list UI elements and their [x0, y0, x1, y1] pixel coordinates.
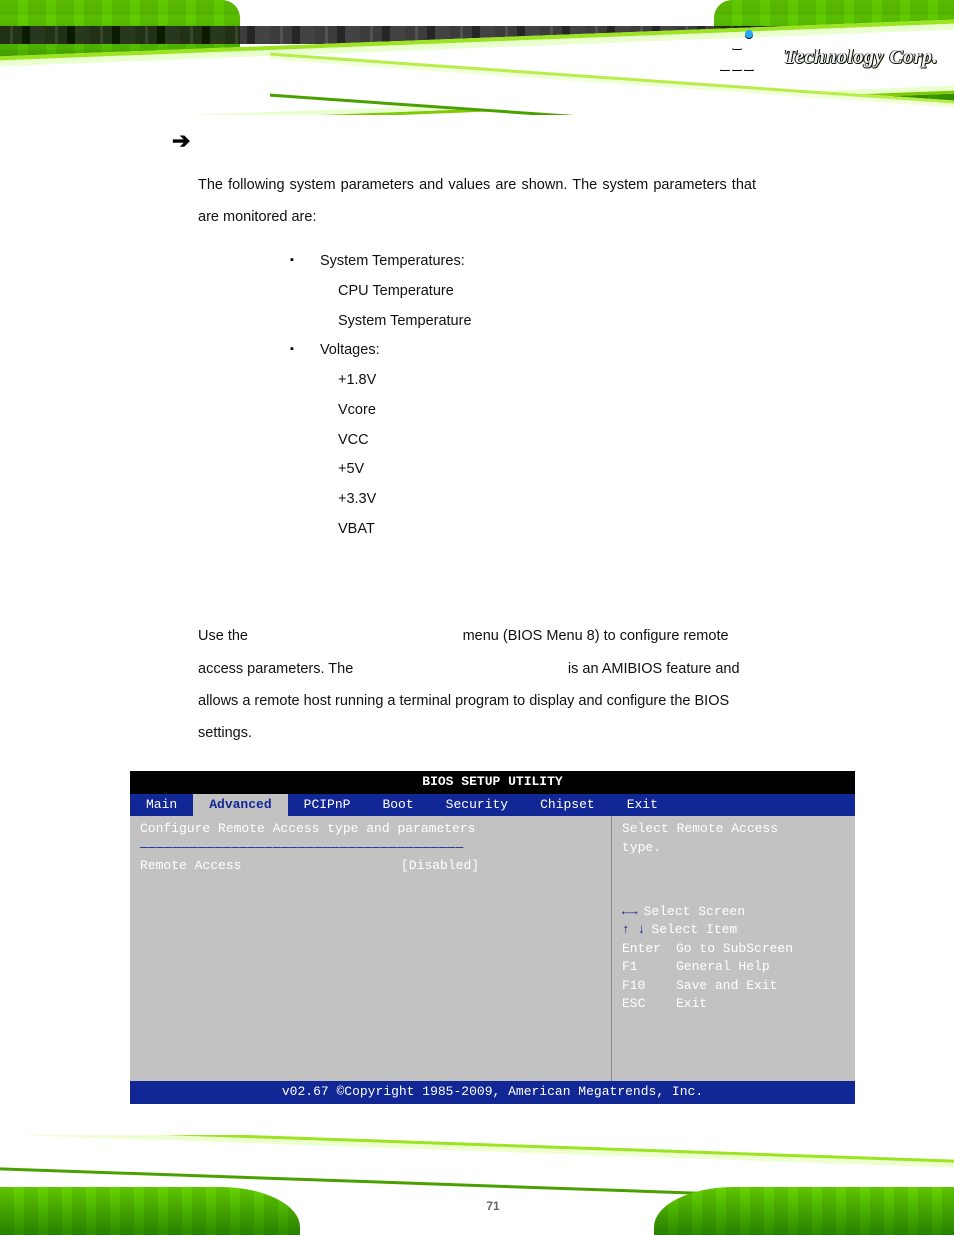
bios-option-value: [Disabled]	[401, 858, 479, 873]
bios-help-line: type.	[622, 839, 845, 857]
document-title: WAFER-PV-D4251/D5251/N4551	[568, 53, 762, 68]
bios-option-label: Remote Access	[140, 858, 241, 873]
p-frag: is an AMIBIOS feature and	[568, 661, 740, 677]
bios-left-pane: Configure Remote Access type and paramet…	[130, 816, 612, 1081]
page-label: Page	[454, 1199, 483, 1213]
key-desc: Exit	[676, 995, 707, 1013]
bios-right-pane: Select Remote Access type. ←→ Select Scr…	[612, 816, 855, 1081]
section-name: Remote Access Configuration	[182, 580, 424, 600]
key-code: Enter	[622, 940, 670, 958]
list-sub-item: +1.8V	[338, 366, 954, 396]
section-a-intro: The following system parameters and valu…	[198, 170, 756, 233]
page-num: 71	[486, 1199, 499, 1213]
bios-bottom-bar: v02.67 ©Copyright 1985-2009, American Me…	[130, 1081, 855, 1103]
bullet-label: Voltages:	[320, 342, 380, 358]
section-a-label: Hardware Health Event Monitoring	[202, 133, 431, 149]
bios-help-line: Select Remote Access	[622, 820, 845, 838]
p-frag: access parameters. The	[198, 661, 353, 677]
list-sub-item: +3.3V	[338, 485, 954, 515]
key-desc: General Help	[676, 958, 770, 976]
section-b-heading: 5.3.6 Remote Access Configuration	[130, 580, 954, 600]
bios-tab-pcipnp[interactable]: PCIPnP	[288, 794, 367, 816]
key-desc: Select Screen	[644, 903, 745, 921]
p-ghost: Remote Access Configuration	[252, 628, 459, 644]
list-sub-item: +5V	[338, 455, 954, 485]
key-desc: Select Item	[651, 921, 737, 939]
list-item: Voltages: +1.8V Vcore VCC +5V +3.3V VBAT	[290, 336, 954, 544]
caption-label: BIOS Menu 8:	[130, 1114, 218, 1129]
arrow-ud-icon: ↑ ↓	[622, 921, 645, 939]
list-item: System Temperatures: CPU Temperature Sys…	[290, 247, 954, 336]
bios-tab-main[interactable]: Main	[130, 794, 193, 816]
p-ghost: Remote Access Configuration	[357, 661, 564, 677]
key-code: ESC	[622, 995, 670, 1013]
list-sub-item: System Temperature	[338, 307, 954, 337]
bios-option-remote-access[interactable]: Remote Access [Disabled]	[140, 857, 601, 875]
key-code: F10	[622, 977, 670, 995]
page-number: Page 71	[454, 1199, 499, 1213]
bios-tab-chipset[interactable]: Chipset	[524, 794, 611, 816]
key-code: F1	[622, 958, 670, 976]
bios-copyright: v02.67 ©Copyright 1985-2009, American Me…	[282, 1084, 703, 1099]
bios-caption: BIOS Menu 8: Remote Access Configuration	[130, 1114, 954, 1129]
p-frag: allows a remote host running a terminal …	[198, 693, 729, 709]
bios-title: BIOS SETUP UTILITY	[422, 774, 562, 789]
bios-tab-exit[interactable]: Exit	[611, 794, 674, 816]
page-content: ➔ Hardware Health Event Monitoring The f…	[0, 124, 954, 1120]
p-frag: Use the	[198, 628, 248, 644]
list-sub-item: CPU Temperature	[338, 277, 954, 307]
bios-menu-bar: Main Advanced PCIPnP Boot Security Chips…	[130, 794, 855, 816]
parameters-list: System Temperatures: CPU Temperature Sys…	[290, 247, 954, 544]
footer-pcb-right	[654, 1187, 954, 1235]
bullet-label: System Temperatures:	[320, 253, 465, 269]
list-sub-item: VCC	[338, 426, 954, 456]
section-number: 5.3.6	[130, 580, 168, 600]
brand-text: Technology Corp.	[784, 46, 938, 69]
bios-screenshot: BIOS SETUP UTILITY Main Advanced PCIPnP …	[130, 771, 855, 1103]
bios-divider: ———————————————————————————————————————	[140, 839, 601, 857]
bios-key-legend: ←→ Select Screen ↑ ↓ Select Item Enter G…	[622, 903, 845, 1014]
bios-tab-boot[interactable]: Boot	[366, 794, 429, 816]
right-arrow-icon: ➔	[172, 128, 190, 154]
p-frag: menu (BIOS Menu 8) to configure remote	[463, 628, 729, 644]
list-sub-item: Vcore	[338, 396, 954, 426]
bios-title-bar: BIOS SETUP UTILITY	[130, 771, 855, 793]
list-sub-item: VBAT	[338, 515, 954, 545]
p-frag: settings.	[198, 725, 252, 741]
bios-subheading: Configure Remote Access type and paramet…	[140, 820, 601, 838]
registered-mark: ®	[765, 51, 773, 63]
caption-text: Remote Access Configuration	[226, 1114, 418, 1129]
page-header-deco: ® Technology Corp. WAFER-PV-D4251/D5251/…	[0, 0, 954, 115]
bios-tab-advanced[interactable]: Advanced	[193, 794, 287, 816]
bios-tab-security[interactable]: Security	[430, 794, 524, 816]
arrow-lr-icon: ←→	[622, 903, 638, 921]
footer-pcb-left	[0, 1187, 300, 1235]
key-desc: Save and Exit	[676, 977, 777, 995]
page-footer-deco: Page 71	[0, 1135, 954, 1235]
key-desc: Go to SubScreen	[676, 940, 793, 958]
section-b-paragraph: Use the Remote Access Configuration menu…	[198, 620, 834, 749]
